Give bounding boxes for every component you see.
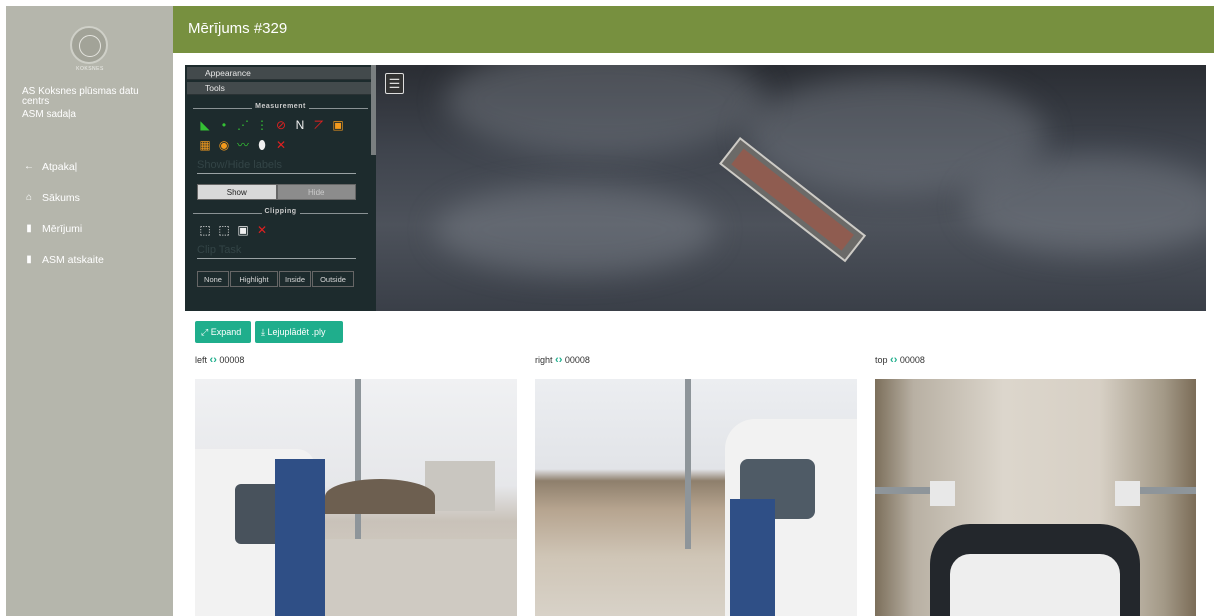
company-name: AS Koksnes plūsmas datu centrs [22,86,139,107]
angle-tool-icon[interactable]: ◣ [197,117,213,133]
truck-side [275,459,325,616]
sidebar-item-label: Sākums [42,191,80,204]
clip-task-options: None Highlight Inside Outside [197,271,356,287]
camera-name: top [875,355,888,365]
page-header: Mērījums #329 [173,6,1214,53]
show-labels-button[interactable]: Show [197,184,277,200]
sidebar-item-back[interactable]: ← Atpakaļ [6,156,173,177]
pole [355,379,361,559]
sky-cloud [445,65,765,155]
hide-labels-button[interactable]: Hide [276,184,356,200]
annotation-marker-icon[interactable]: ⬮ [254,137,270,153]
home-icon: ⌂ [25,192,33,203]
camera-image-right [535,379,857,616]
section-name: ASM sadaļa [22,109,76,120]
company-logo [70,26,108,64]
download-ply-button[interactable]: ⤓ Lejuplādēt .ply [255,321,343,343]
potree-tools-panel: Appearance Tools Measurement ◣ • ⋰ ⋮ ⊘ N… [185,65,376,311]
clipping-title: Clipping [261,208,300,215]
next-frame-icon[interactable]: › [559,354,563,366]
expand-icon: ⤢ [201,327,211,337]
measurement-title: Measurement [252,103,309,110]
building [425,461,495,511]
panel-scrollbar[interactable] [371,65,376,155]
camera-label-left: left ‹› 00008 [195,354,244,366]
clip-highlight-button[interactable]: Highlight [230,271,278,287]
app-window: KOKSNES AS Koksnes plūsmas datu centrs A… [0,0,1214,616]
camera-frame: 00008 [564,355,590,365]
clip-task-heading: Clip Task [197,244,242,256]
clip-box-icon[interactable]: ▣ [235,222,251,238]
measurement-divider: Measurement [193,103,368,113]
accordion-appearance[interactable]: Appearance [187,67,374,80]
sky-cloud [435,185,715,275]
camera-image-top [875,379,1196,616]
file-icon: ▮ [26,223,32,234]
distance-tool-icon[interactable]: ⋰ [235,117,251,133]
camera-label-right: right ‹› 00008 [535,354,590,366]
labels-toggle: Show Hide [197,184,356,200]
clip-inside-button[interactable]: Inside [279,271,311,287]
sidebar-item-measurements[interactable]: ▮ Mērījumi [6,218,173,239]
measurement-tools-row-2: ▦ ◉ 〰 ⬮ ✕ [197,137,376,153]
clipping-tools-row: ⬚ ⬚ ▣ ✕ [197,222,376,238]
expand-label: Expand [210,327,242,337]
sky-cloud [965,155,1206,255]
clip-polygon-icon[interactable]: ⬚ [216,222,232,238]
truck-side [730,499,775,616]
sidebar-item-label: Atpakaļ [42,160,78,173]
remove-clipping-icon[interactable]: ✕ [254,222,270,238]
sidebar-item-asm-report[interactable]: ▮ ASM atskaite [6,249,173,270]
sensor-mount [930,481,955,506]
camera-frame: 00008 [219,355,245,365]
remove-measurements-icon[interactable]: ✕ [273,137,289,153]
profile-tool-icon[interactable]: 〰 [235,137,251,153]
sphere-tool-icon[interactable]: ◉ [216,137,232,153]
page-title: Mērījums #329 [188,20,288,37]
area-tool-icon[interactable]: ▣ [330,117,346,133]
compass-tool-icon[interactable]: N [292,117,308,133]
download-label: Lejuplādēt .ply [267,327,326,337]
divider-line [197,173,356,174]
sensor-arm [1140,487,1196,494]
sidebar: KOKSNES AS Koksnes plūsmas datu centrs A… [6,6,173,616]
height-tool-icon[interactable]: ⋮ [254,117,270,133]
measurement-tools-row-1: ◣ • ⋰ ⋮ ⊘ N ⦢ ▣ [197,117,376,133]
azimuth-tool-icon[interactable]: ⦢ [311,117,327,133]
divider-line [197,258,356,259]
pole [685,379,691,549]
clip-outside-button[interactable]: Outside [312,271,354,287]
next-frame-icon[interactable]: › [894,354,898,366]
camera-image-left [195,379,517,616]
clip-volume-icon[interactable]: ⬚ [197,222,213,238]
truck-hood [950,554,1120,616]
clipping-divider: Clipping [193,208,368,218]
file-icon: ▮ [26,254,32,265]
clip-none-button[interactable]: None [197,271,229,287]
hamburger-menu-icon[interactable]: ☰ [385,73,404,94]
sidebar-item-home[interactable]: ⌂ Sākums [6,187,173,208]
wood-pile [325,479,435,514]
logo-text: KOKSNES [76,66,104,72]
arrow-left-icon: ← [24,161,34,172]
point-tool-icon[interactable]: • [216,117,232,133]
sidebar-item-label: Mērījumi [42,222,83,235]
accordion-tools[interactable]: Tools [187,82,374,95]
labels-heading: Show/Hide labels [197,159,282,171]
sensor-arm [875,487,930,494]
sidebar-item-label: ASM atskaite [42,253,104,266]
camera-frame: 00008 [899,355,925,365]
pointcloud-viewer[interactable]: ☰ Appearance Tools Measurement ◣ • ⋰ ⋮ ⊘… [185,65,1206,311]
expand-button[interactable]: ⤢ Expand [195,321,251,343]
volume-tool-icon[interactable]: ▦ [197,137,213,153]
sidebar-nav: ← Atpakaļ ⌂ Sākums ▮ Mērījumi ▮ ASM atsk… [6,156,173,280]
next-frame-icon[interactable]: › [213,354,217,366]
camera-label-top: top ‹› 00008 [875,354,925,366]
circle-tool-icon[interactable]: ⊘ [273,117,289,133]
camera-name: right [535,355,553,365]
sensor-mount [1115,481,1140,506]
camera-name: left [195,355,208,365]
